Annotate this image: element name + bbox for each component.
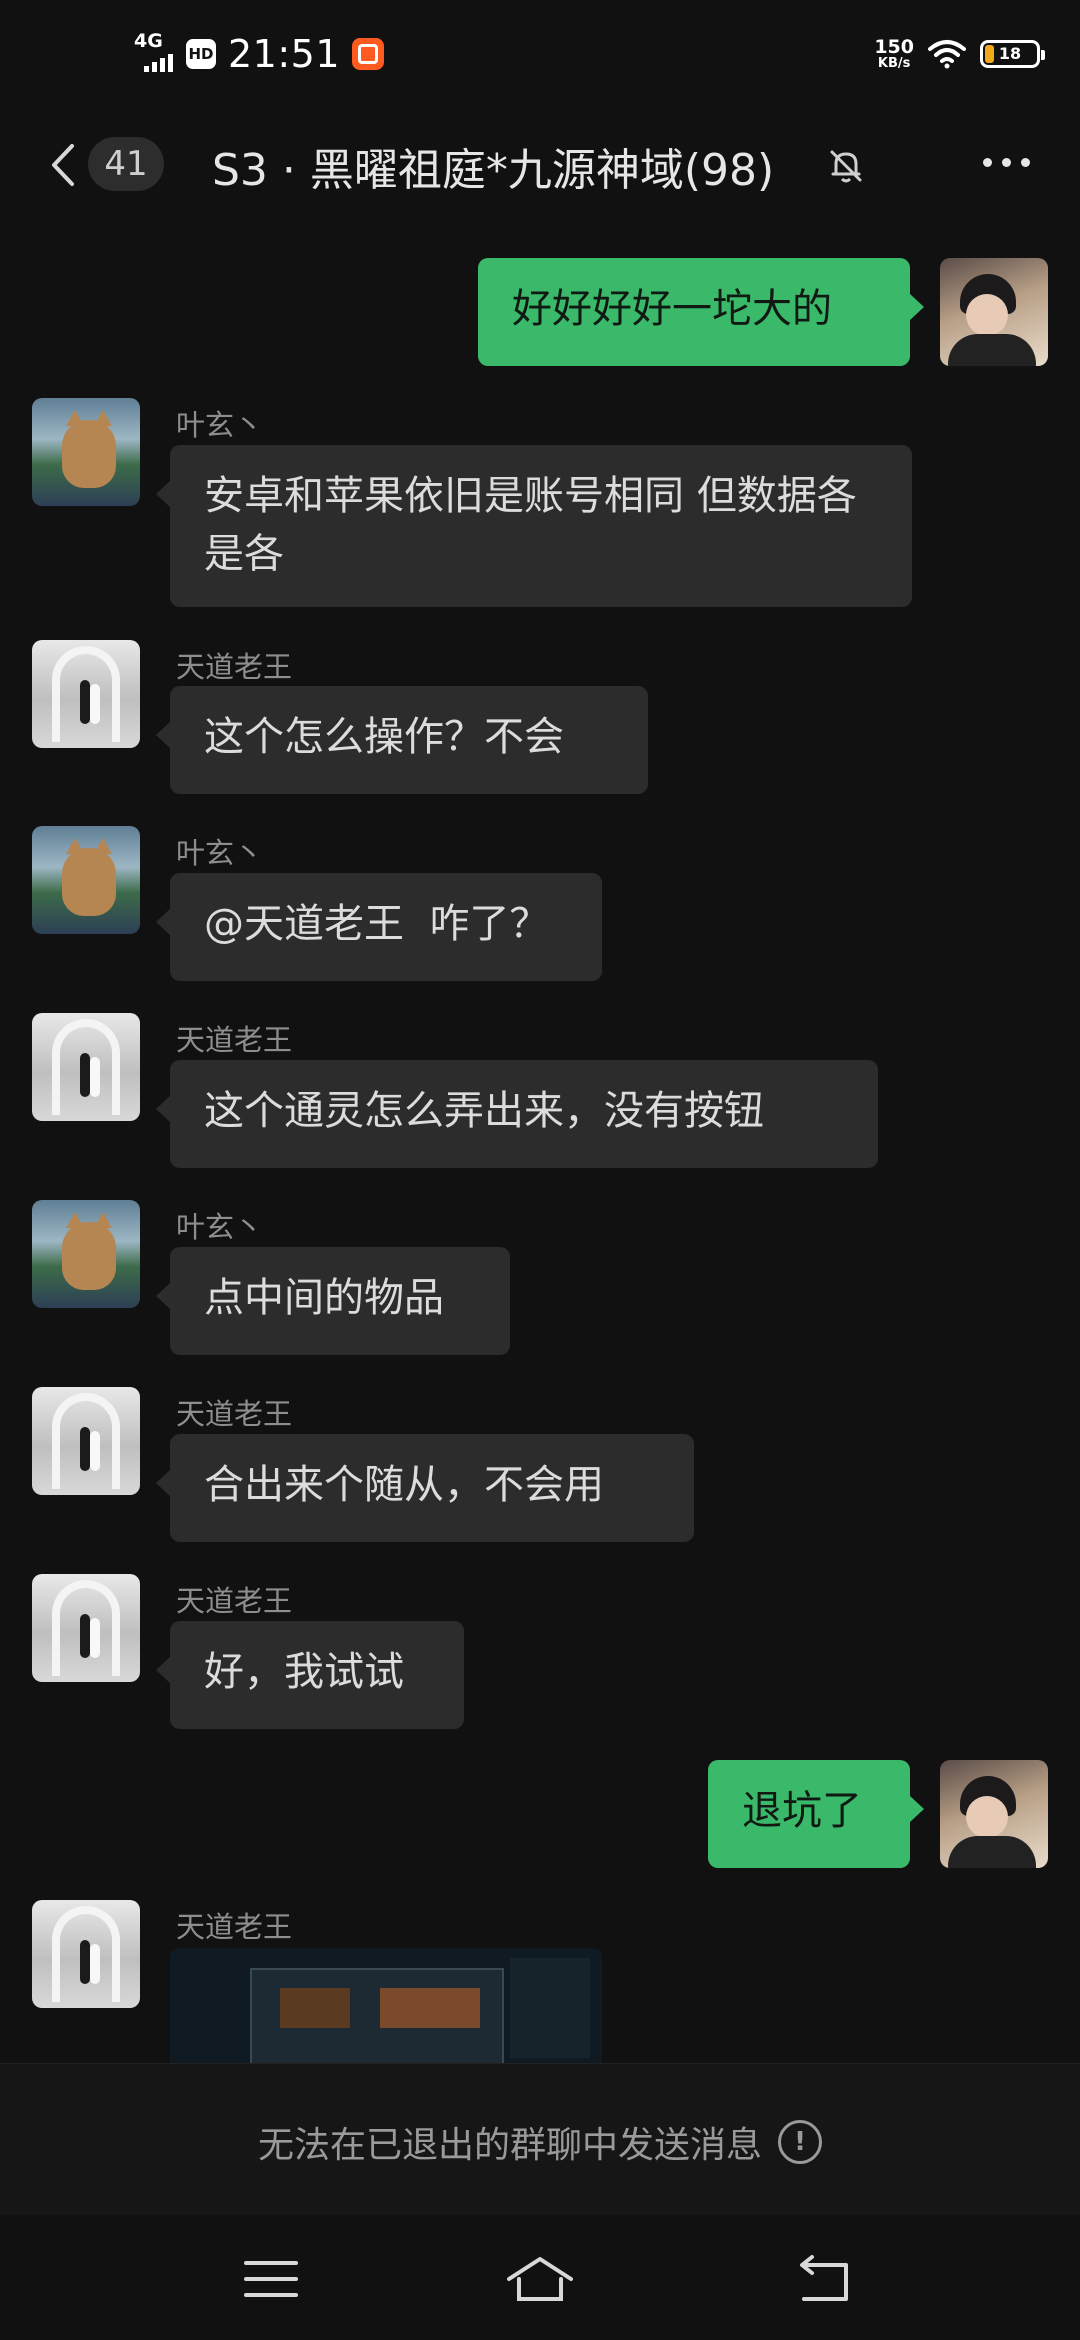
- status-bar: 4G HD 21:51 150 KB/s 18: [0, 0, 1080, 110]
- member-avatar[interactable]: [32, 826, 140, 934]
- member-avatar[interactable]: [32, 1574, 140, 1682]
- member-avatar[interactable]: [32, 1387, 140, 1495]
- cellular-signal-icon: 4G: [134, 30, 174, 74]
- sender-name: 叶玄丶: [176, 1210, 264, 1244]
- network-speed: 150 KB/s: [874, 36, 914, 71]
- back-arrow-icon[interactable]: [44, 140, 84, 190]
- left-group-notice: 无法在已退出的群聊中发送消息 !: [0, 2116, 1080, 2168]
- unread-count-badge[interactable]: 41: [88, 137, 164, 191]
- message-bubble-incoming[interactable]: 这个通灵怎么弄出来，没有按钮: [156, 1060, 878, 1168]
- mute-bell-icon: [830, 150, 862, 183]
- sender-name: 天道老王: [176, 650, 293, 684]
- input-area: 无法在已退出的群聊中发送消息 !: [0, 2063, 1080, 2216]
- back-nav-icon[interactable]: [790, 2249, 860, 2309]
- notice-text: 无法在已退出的群聊中发送消息: [257, 2125, 762, 2166]
- message-bubble-outgoing[interactable]: 好好好好一坨大的: [478, 258, 924, 366]
- member-avatar[interactable]: [32, 1013, 140, 1121]
- wifi-icon: [928, 40, 966, 69]
- sender-name: 叶玄丶: [176, 408, 264, 442]
- home-icon[interactable]: [505, 2249, 575, 2309]
- message-bubble-incoming[interactable]: 好，我试试: [156, 1621, 464, 1729]
- more-options-icon[interactable]: [983, 158, 1030, 167]
- message-bubble-incoming[interactable]: 合出来个随从，不会用: [156, 1434, 694, 1542]
- chat-header: 41 S3 · 黑曜祖庭*九源神域(98): [0, 110, 1080, 220]
- app-notification-icon: [352, 38, 385, 70]
- sender-name: 天道老王: [176, 1023, 293, 1057]
- member-avatar[interactable]: [32, 640, 140, 748]
- system-nav-bar: [0, 2215, 1080, 2340]
- member-avatar[interactable]: [32, 398, 140, 506]
- sender-name: 天道老王: [176, 1584, 293, 1618]
- sender-name: 天道老王: [176, 1397, 293, 1431]
- menu-icon[interactable]: [236, 2249, 306, 2309]
- sender-name: 叶玄丶: [176, 836, 264, 870]
- message-bubble-incoming[interactable]: @天道老王 咋了？: [156, 873, 602, 981]
- message-bubble-outgoing[interactable]: 退坑了: [708, 1760, 924, 1868]
- clock: 21:51: [228, 32, 341, 76]
- sender-name: 天道老王: [176, 1910, 293, 1944]
- self-avatar[interactable]: [940, 1760, 1048, 1868]
- chat-title[interactable]: S3 · 黑曜祖庭*九源神域(98): [212, 134, 774, 198]
- member-avatar[interactable]: [32, 1900, 140, 2008]
- message-bubble-incoming[interactable]: 这个怎么操作？不会: [156, 686, 648, 794]
- hd-icon: HD: [186, 39, 216, 69]
- image-message[interactable]: [170, 1948, 602, 2063]
- battery-icon: 18: [980, 40, 1045, 68]
- info-icon[interactable]: !: [778, 2120, 822, 2164]
- message-bubble-incoming[interactable]: 安卓和苹果依旧是账号相同 但数据各是各: [156, 445, 912, 607]
- self-avatar[interactable]: [940, 258, 1048, 366]
- message-bubble-incoming[interactable]: 点中间的物品: [156, 1247, 510, 1355]
- member-avatar[interactable]: [32, 1200, 140, 1308]
